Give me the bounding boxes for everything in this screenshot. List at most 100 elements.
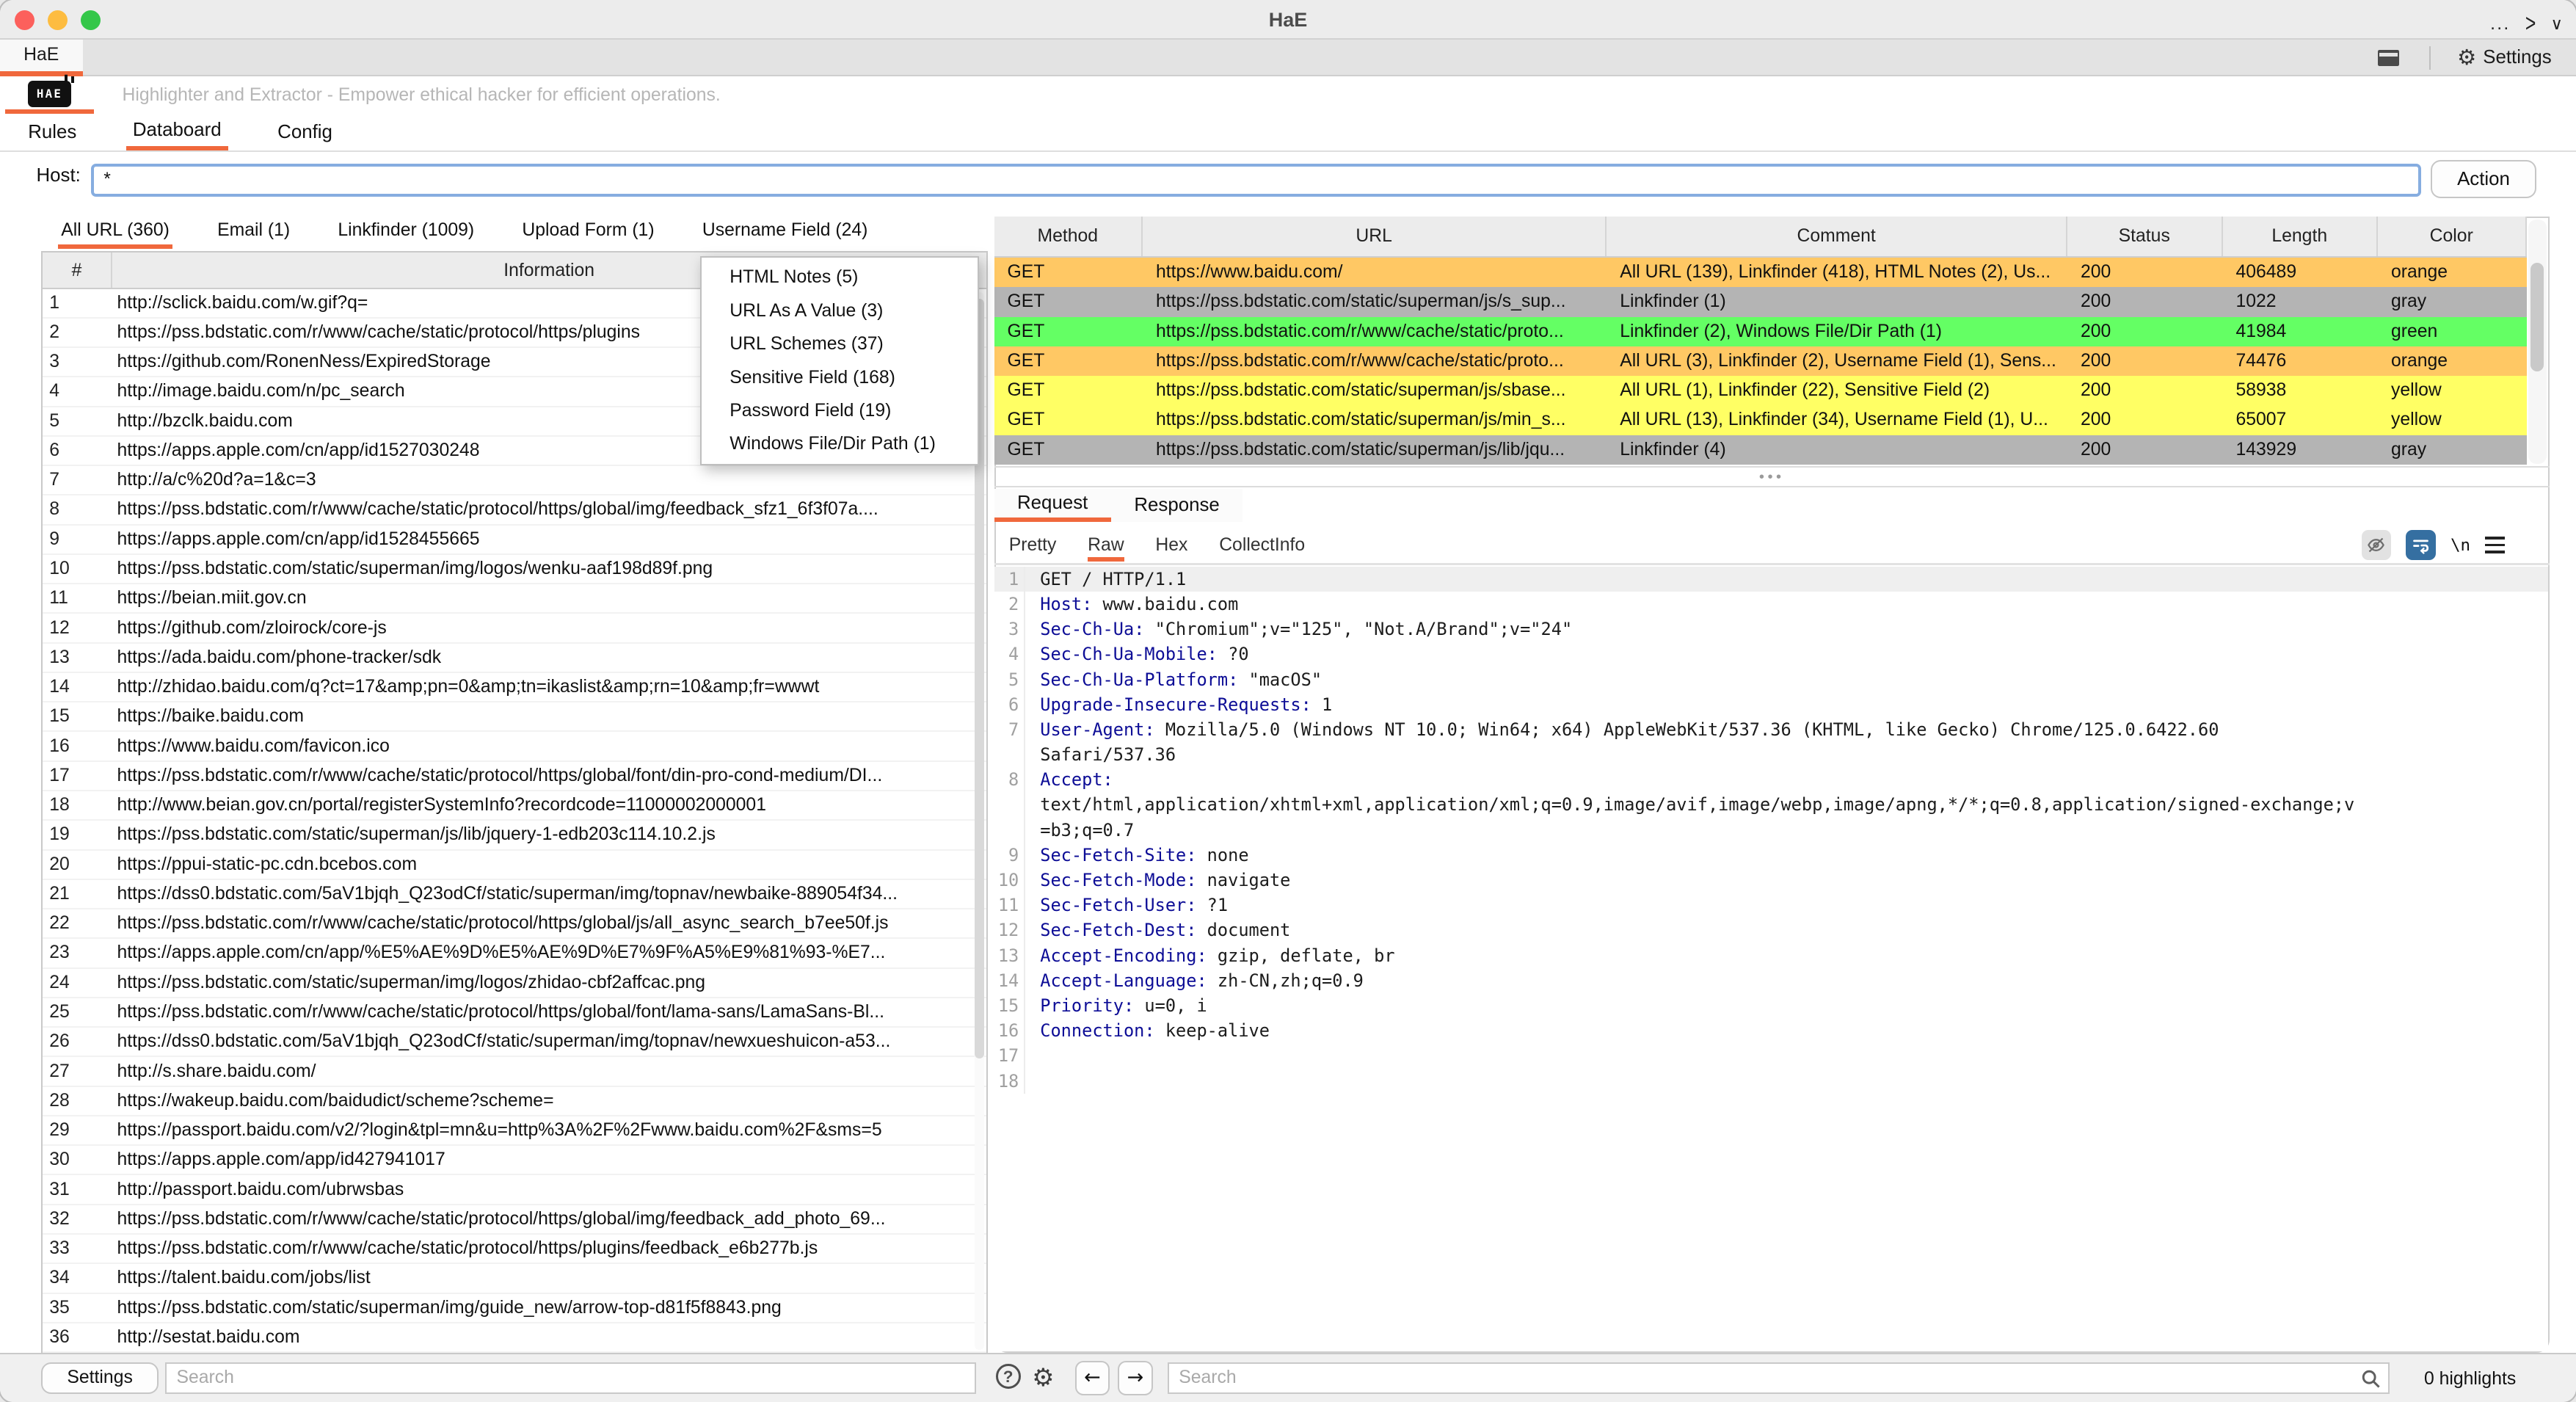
tab-config[interactable]: Config [271, 114, 339, 150]
table-row[interactable]: 14http://zhidao.baidu.com/q?ct=17&amp;pn… [43, 673, 986, 702]
request-row[interactable]: GEThttps://pss.bdstatic.com/r/www/cache/… [994, 317, 2527, 346]
scrollbar-thumb[interactable] [2530, 263, 2544, 372]
tab-response[interactable]: Response [1111, 489, 1242, 522]
table-row[interactable]: 23https://apps.apple.com/cn/app/%E5%AE%9… [43, 939, 986, 968]
table-row[interactable]: 29https://passport.baidu.com/v2/?login&t… [43, 1116, 986, 1146]
dropdown-menu-item[interactable]: Windows File/Dir Path (1) [702, 427, 978, 460]
table-row[interactable]: 18http://www.beian.gov.cn/portal/registe… [43, 791, 986, 821]
request-row[interactable]: GEThttps://pss.bdstatic.com/static/super… [994, 435, 2527, 465]
table-row[interactable]: 22https://pss.bdstatic.com/r/www/cache/s… [43, 909, 986, 939]
host-input[interactable] [91, 164, 2421, 197]
line-number [994, 792, 1019, 817]
table-row[interactable]: 30https://apps.apple.com/app/id427941017 [43, 1146, 986, 1175]
table-row[interactable]: 36http://sestat.baidu.com [43, 1323, 986, 1353]
table-row[interactable]: 24https://pss.bdstatic.com/static/superm… [43, 969, 986, 998]
column-header-comment[interactable]: Comment [1607, 217, 2067, 256]
column-header-number[interactable]: # [43, 253, 112, 288]
dropdown-menu-item[interactable]: URL Schemes (37) [702, 327, 978, 360]
table-row[interactable]: 35https://pss.bdstatic.com/static/superm… [43, 1294, 986, 1323]
table-row[interactable]: 11https://beian.miit.gov.cn [43, 584, 986, 614]
column-header-method[interactable]: Method [994, 217, 1143, 256]
word-wrap-icon[interactable] [2406, 530, 2436, 560]
tab-raw[interactable]: Raw [1088, 530, 1124, 562]
datatype-tab[interactable]: Username Field (24) [699, 214, 871, 249]
hide-nonprintable-icon[interactable] [2362, 530, 2392, 560]
datatype-tab[interactable]: Linkfinder (1009) [335, 214, 478, 249]
cell-comment: Linkfinder (1) [1607, 291, 2067, 312]
settings-button[interactable]: ⚙ Settings [2457, 40, 2552, 76]
table-row[interactable]: 21https://dss0.bdstatic.com/5aV1bjqh_Q23… [43, 880, 986, 909]
table-row[interactable]: 12https://github.com/zloirock/core-js [43, 614, 986, 643]
request-row[interactable]: GEThttps://pss.bdstatic.com/r/www/cache/… [994, 346, 2527, 376]
table-row[interactable]: 20https://ppui-static-pc.cdn.bcebos.com [43, 851, 986, 880]
information-search-input[interactable] [165, 1362, 976, 1394]
table-row[interactable]: 16https://www.baidu.com/favicon.ico [43, 732, 986, 761]
table-row[interactable]: 34https://talent.baidu.com/jobs/list [43, 1264, 986, 1293]
hae-logo-icon[interactable]: HAE [28, 81, 71, 107]
table-row[interactable]: 28https://wakeup.baidu.com/baidudict/sch… [43, 1087, 986, 1116]
table-row[interactable]: 32https://pss.bdstatic.com/r/www/cache/s… [43, 1205, 986, 1235]
column-header-length[interactable]: Length [2223, 217, 2379, 256]
row-number: 15 [43, 706, 112, 727]
request-row[interactable]: GEThttps://pss.bdstatic.com/static/super… [994, 376, 2527, 405]
action-button[interactable]: Action [2431, 160, 2536, 198]
next-match-button[interactable] [1118, 1361, 1152, 1395]
raw-request-editor[interactable]: 1GET / HTTP/1.12Host: www.baidu.com3Sec-… [994, 567, 2548, 1351]
layout-icon[interactable] [2378, 50, 2399, 67]
column-header-color[interactable]: Color [2378, 217, 2527, 256]
tab-pretty[interactable]: Pretty [1009, 530, 1057, 562]
line-number: 12 [994, 918, 1019, 942]
tab-collectinfo[interactable]: CollectInfo [1219, 530, 1305, 562]
editor-settings-gear-icon[interactable]: ⚙ [1032, 1361, 1054, 1394]
datatype-tab[interactable]: Email (1) [214, 214, 294, 249]
editor-menu-icon[interactable] [2485, 537, 2505, 553]
tab-list-dropdown-icon[interactable] [2551, 5, 2563, 36]
tab-hex[interactable]: Hex [1155, 530, 1187, 562]
tab-databoard[interactable]: Databoard [126, 114, 228, 150]
table-settings-button[interactable]: Settings [41, 1362, 159, 1394]
row-url: https://ada.baidu.com/phone-tracker/sdk [112, 647, 986, 668]
tab-request[interactable]: Request [994, 489, 1111, 522]
table-row[interactable]: 31http://passport.baidu.com/ubrwsbas [43, 1175, 986, 1205]
row-number: 19 [43, 824, 112, 845]
previous-match-button[interactable] [1075, 1361, 1110, 1395]
dropdown-menu-item[interactable]: HTML Notes (5) [702, 261, 978, 294]
table-row[interactable]: 8https://pss.bdstatic.com/r/www/cache/st… [43, 495, 986, 525]
table-row[interactable]: 19https://pss.bdstatic.com/static/superm… [43, 821, 986, 850]
datatype-tab[interactable]: All URL (360) [58, 214, 173, 249]
request-row[interactable]: GEThttps://pss.bdstatic.com/static/super… [994, 405, 2527, 435]
more-tabs-icon[interactable] [2490, 5, 2510, 36]
table-row[interactable]: 27http://s.share.baidu.com/ [43, 1057, 986, 1086]
table-row[interactable]: 25https://pss.bdstatic.com/r/www/cache/s… [43, 998, 986, 1028]
table-row[interactable]: 10https://pss.bdstatic.com/static/superm… [43, 555, 986, 584]
dropdown-menu-item[interactable]: URL As A Value (3) [702, 294, 978, 327]
table-row[interactable]: 33https://pss.bdstatic.com/r/www/cache/s… [43, 1235, 986, 1264]
dropdown-menu-item[interactable]: Sensitive Field (168) [702, 361, 978, 394]
editor-search-input[interactable] [1169, 1364, 2345, 1392]
token: Safari/537.36 [1040, 744, 1176, 765]
request-row[interactable]: GEThttps://www.baidu.com/All URL (139), … [994, 258, 2527, 287]
table-row[interactable]: 17https://pss.bdstatic.com/r/www/cache/s… [43, 762, 986, 791]
column-header-url[interactable]: URL [1143, 217, 1607, 256]
table-row[interactable]: 26https://dss0.bdstatic.com/5aV1bjqh_Q23… [43, 1028, 986, 1057]
table-row[interactable]: 13https://ada.baidu.com/phone-tracker/sd… [43, 644, 986, 673]
cell-color: orange [2378, 351, 2527, 371]
suite-tab-hae[interactable]: HaE [0, 40, 83, 76]
table-row[interactable]: 7http://a/c%20d?a=1&c=3 [43, 466, 986, 495]
request-row[interactable]: GEThttps://pss.bdstatic.com/static/super… [994, 287, 2527, 316]
raw-line: 10Sec-Fetch-Mode: navigate [994, 868, 2548, 893]
table-row[interactable]: 9https://apps.apple.com/cn/app/id1528455… [43, 526, 986, 555]
table-row[interactable]: 15https://baike.baidu.com [43, 702, 986, 732]
scroll-tabs-right-icon[interactable] [2525, 5, 2536, 36]
dropdown-menu-item[interactable]: Password Field (19) [702, 394, 978, 427]
show-newlines-icon[interactable]: \n [2451, 536, 2470, 555]
splitter-grip[interactable] [1750, 469, 1794, 486]
row-url: https://talent.baidu.com/jobs/list [112, 1268, 986, 1288]
column-header-status[interactable]: Status [2067, 217, 2223, 256]
search-icon[interactable] [2360, 1368, 2382, 1390]
request-table-scrollbar[interactable] [2528, 219, 2547, 464]
help-icon[interactable]: ? [996, 1364, 1021, 1389]
datatype-tab[interactable]: Upload Form (1) [519, 214, 658, 249]
splitter-border [994, 486, 2550, 487]
tab-rules[interactable]: Rules [21, 114, 83, 150]
